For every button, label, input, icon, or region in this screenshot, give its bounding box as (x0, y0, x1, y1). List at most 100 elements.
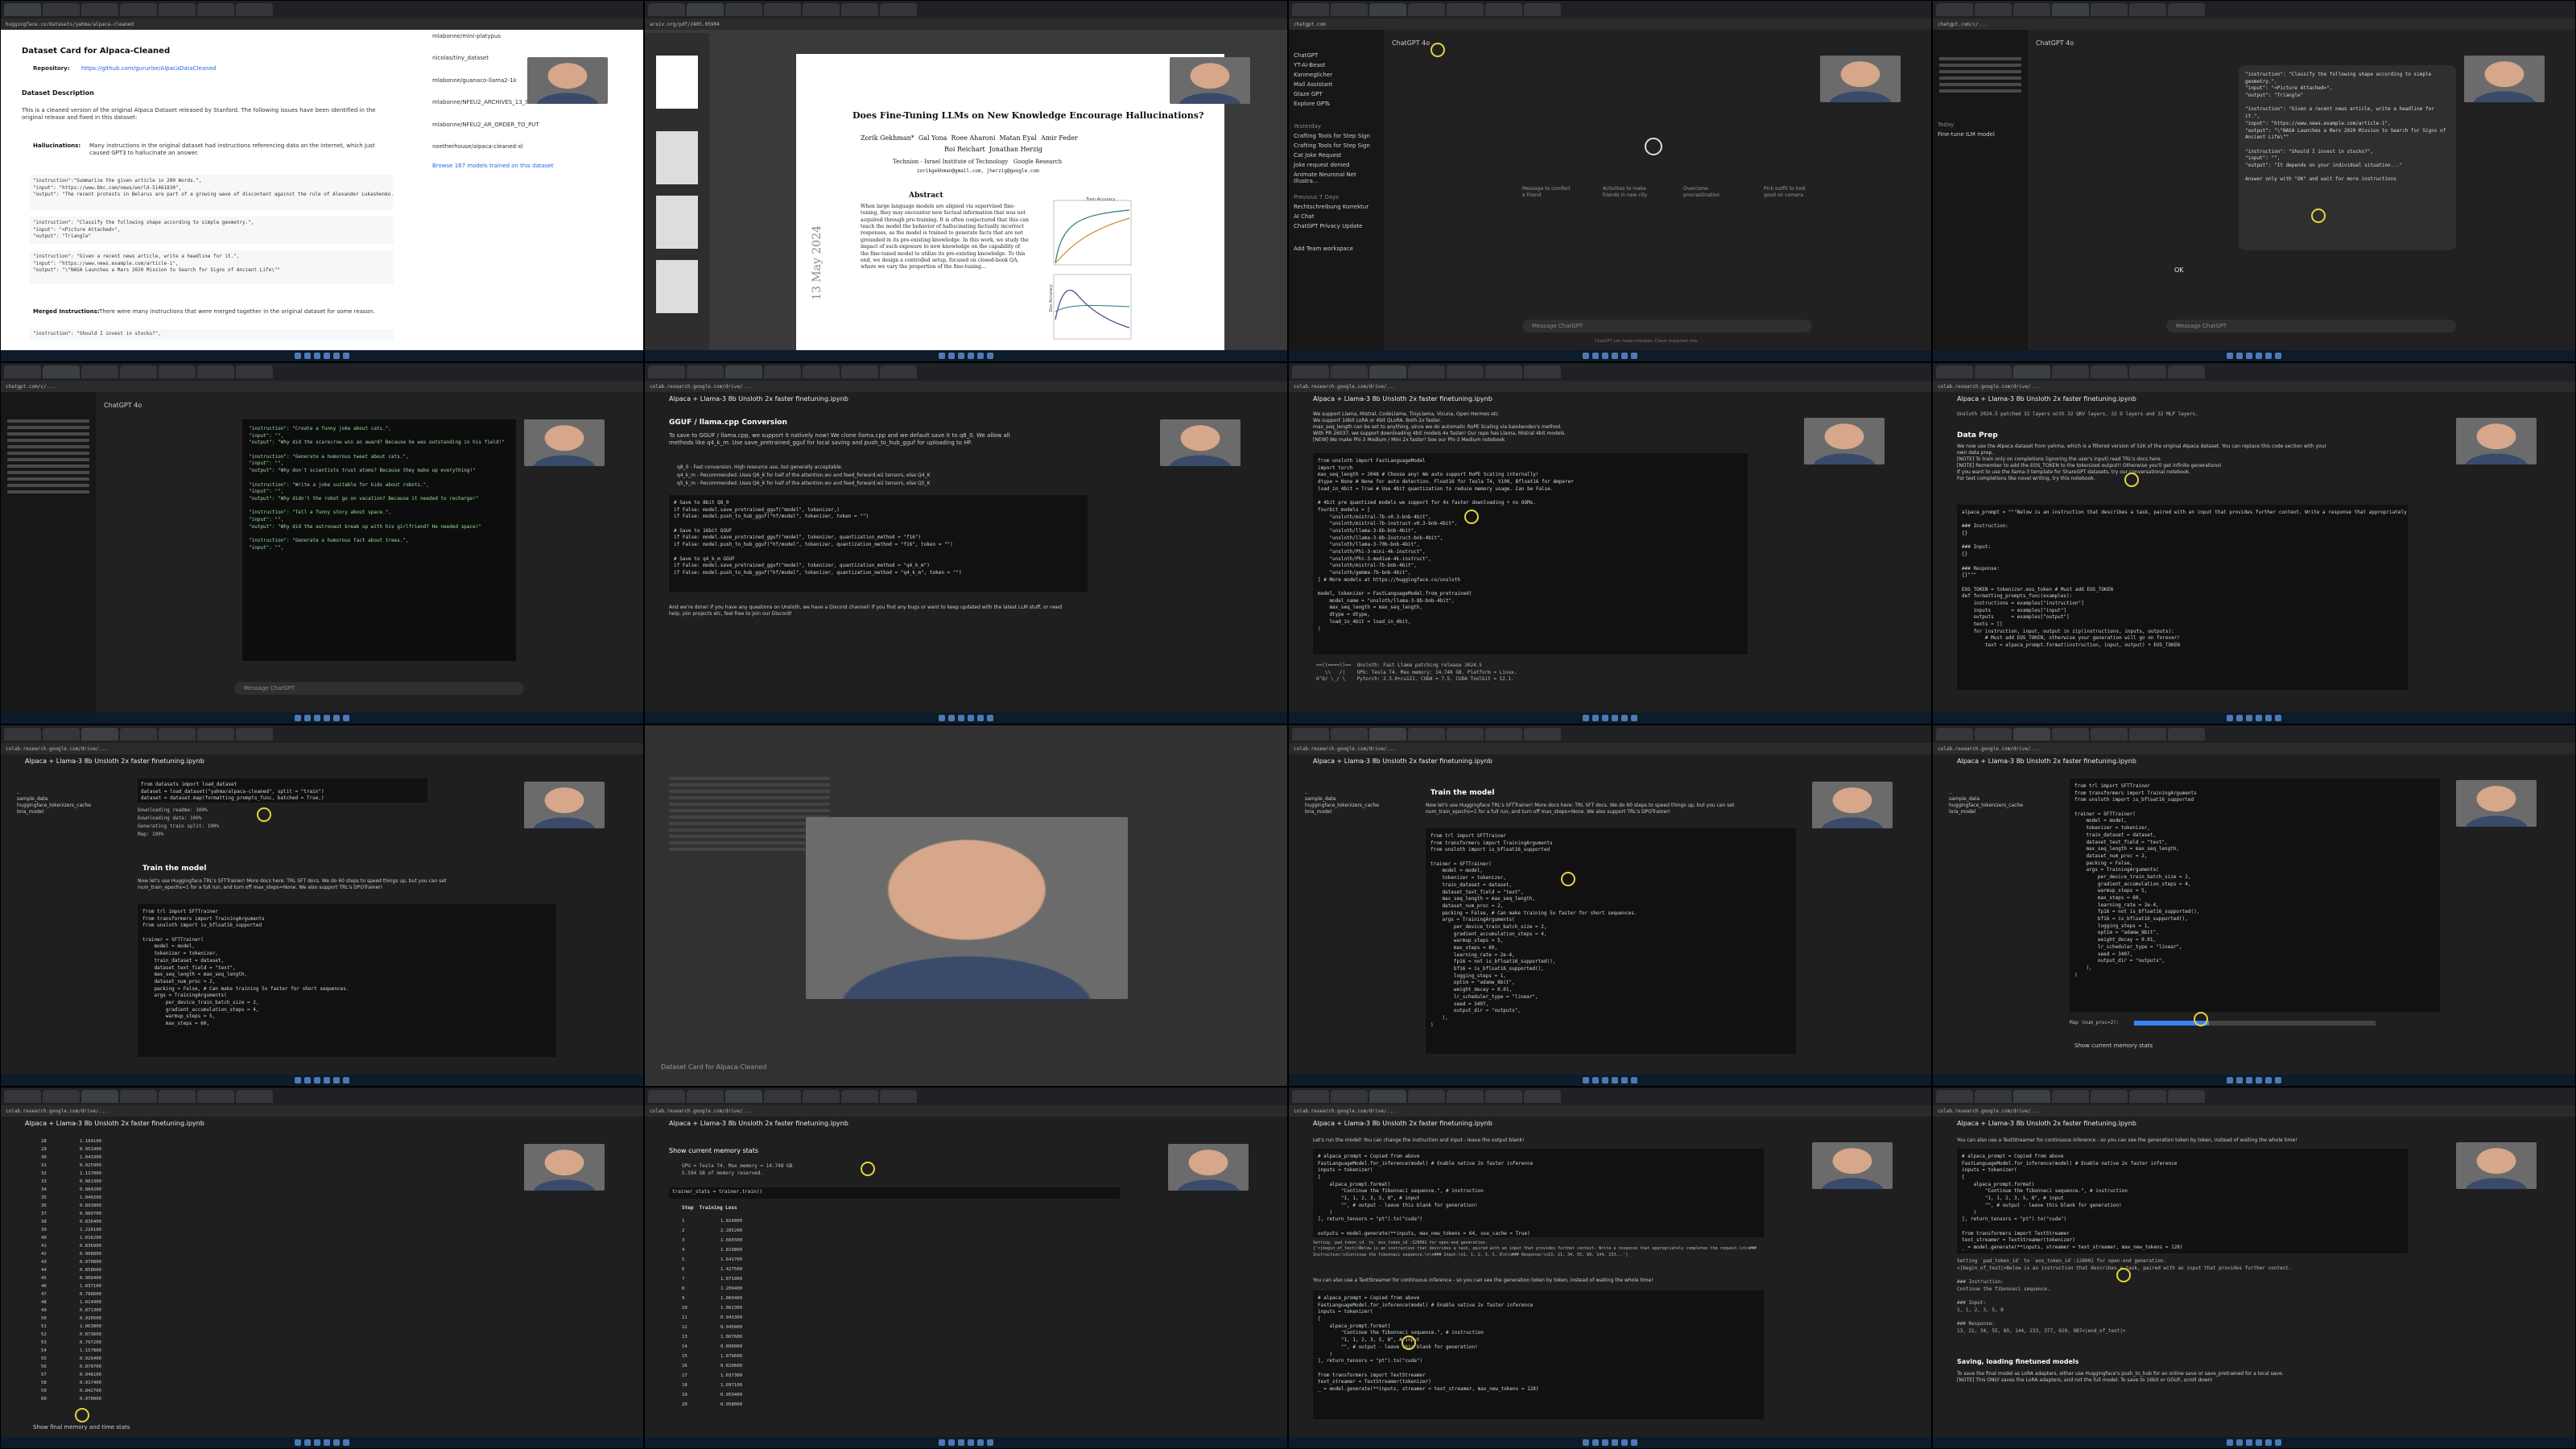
suggestion-card[interactable]: Activities to make friends in new city (1603, 186, 1651, 199)
side-item[interactable]: mlabonne/mini-platypus (432, 33, 601, 40)
code-cell[interactable]: from trl import SFTTrainer from transfor… (2070, 778, 2440, 1012)
code-cell[interactable]: # Save to 8bit Q8_0 if False: model.save… (669, 495, 1088, 592)
address-bar[interactable]: arxiv.org/pdf/2405.05904 (645, 19, 1287, 30)
address-bar[interactable]: colab.research.google.com/drive/... (645, 381, 1287, 392)
suggestion-card[interactable]: Message to comfort a friend (1522, 186, 1571, 199)
loss-cell: 0.871300 (80, 1308, 101, 1313)
loss-cell: 1.061300 (720, 1306, 742, 1311)
step-cell: 38 (41, 1220, 47, 1224)
code-cell[interactable]: # alpaca_prompt = Copied from above Fast… (1313, 1149, 1764, 1237)
file-item[interactable]: sample_data (1949, 796, 2046, 803)
paper-authors-2: Roi Reichart Jonathan Herzig (944, 146, 1042, 153)
history-item[interactable]: Cat Joke Request (1289, 151, 1384, 160)
code-cell[interactable]: from trl import SFTTrainer from transfor… (1426, 828, 1796, 1054)
browser-tabs[interactable] (1289, 725, 1931, 743)
browser-tabs[interactable] (645, 363, 1287, 381)
history-item[interactable]: Crafting Tools for Step Sign (1289, 131, 1384, 141)
model-selector[interactable]: ChatGPT 4o (1392, 39, 1430, 48)
file-item[interactable]: .. (17, 790, 114, 796)
file-item[interactable]: huggingface_tokenizers_cache (1305, 803, 1402, 809)
browser-tabs[interactable] (1, 725, 643, 743)
address-bar[interactable]: colab.research.google.com/drive/... (1933, 1105, 2575, 1117)
address-bar[interactable]: colab.research.google.com/drive/... (1933, 381, 2575, 392)
loss-row: 32 1.117000 (41, 1170, 138, 1178)
browser-tabs[interactable] (1933, 1088, 2575, 1105)
file-item[interactable]: sample_data (17, 796, 114, 803)
browser-tabs[interactable] (1933, 363, 2575, 381)
history-item[interactable]: Rechtschreibung Korrektur (1289, 202, 1384, 212)
side-link[interactable]: Browse 167 models trained on this datase… (432, 163, 601, 170)
file-browser[interactable]: .. sample_data huggingface_tokenizers_ca… (1305, 790, 1402, 815)
loss-row: 41 0.836900 (41, 1242, 138, 1250)
address-bar[interactable]: colab.research.google.com/drive/... (1289, 1105, 1931, 1117)
address-bar[interactable]: chatgpt.com (1289, 19, 1931, 30)
history-item[interactable]: Crafting Tools for Step Sign (1289, 141, 1384, 151)
code-cell[interactable]: alpaca_prompt = """Below is an instructi… (1957, 505, 2408, 690)
suggestion-card[interactable]: Overcome procrastination (1683, 186, 1732, 199)
browser-tabs[interactable] (1933, 725, 2575, 743)
address-bar[interactable]: colab.research.google.com/drive/... (1, 743, 643, 754)
browser-tabs[interactable] (645, 1088, 1287, 1105)
browser-tabs[interactable] (1289, 1088, 1931, 1105)
code-cell[interactable]: trainer_stats = trainer.train() (669, 1187, 1120, 1199)
file-item[interactable]: huggingface_tokenizers_cache (17, 803, 114, 809)
code-cell[interactable]: # alpaca_prompt = Copied from above Fast… (1313, 1290, 1764, 1419)
memory-stats-toggle[interactable]: Show current memory stats (2074, 1042, 2153, 1050)
sidebar-item[interactable]: YT-AI-Beast (1289, 60, 1384, 70)
sidebar-item[interactable]: Glaze GPT (1289, 89, 1384, 99)
loss-cell: 1.814800 (720, 1219, 742, 1224)
repo-link[interactable]: https://github.com/gururise/AlpacaDataCl… (81, 65, 216, 72)
file-item[interactable]: .. (1949, 790, 2046, 796)
abstract-text: When large language models are aligned v… (861, 204, 1030, 270)
code-cell[interactable]: from trl import SFTTrainer from transfor… (138, 904, 556, 1057)
upgrade-link[interactable]: Add Team workspace (1289, 244, 1384, 254)
file-item[interactable]: lora_model (1949, 809, 2046, 815)
browser-tabs[interactable] (1289, 1, 1931, 19)
code-cell[interactable]: # alpaca_prompt = Copied from above Fast… (1957, 1149, 2408, 1253)
model-selector[interactable]: ChatGPT 4o (2036, 39, 2074, 48)
address-bar[interactable]: chatgpt.com/c/... (1, 381, 643, 392)
model-selector[interactable]: ChatGPT 4o (104, 402, 142, 411)
history-item[interactable]: Fine-tune ILM model (1933, 130, 2028, 139)
sidebar-item[interactable]: Mail Assistant (1289, 80, 1384, 89)
browser-tabs[interactable] (1, 363, 643, 381)
browser-tabs[interactable] (1, 1088, 643, 1105)
file-item[interactable]: huggingface_tokenizers_cache (1949, 803, 2046, 809)
address-bar[interactable]: colab.research.google.com/drive/... (645, 1105, 1287, 1117)
address-bar[interactable]: chatgpt.com/c/... (1933, 19, 2575, 30)
file-item[interactable]: lora_model (1305, 809, 1402, 815)
side-item[interactable]: mlabonne/NFEU2_AR_ORDER_TO_PUT (432, 122, 601, 129)
file-item[interactable]: lora_model (17, 809, 114, 815)
sidebar-item[interactable]: Explore GPTs (1289, 99, 1384, 109)
history-item[interactable]: ChatGPT Privacy Update (1289, 221, 1384, 231)
side-item[interactable]: noetherhouse/alpaca-cleaned-xl (432, 143, 601, 151)
file-browser[interactable]: .. sample_data huggingface_tokenizers_ca… (17, 790, 114, 815)
code-cell[interactable]: from datasets import load_dataset datase… (138, 778, 427, 803)
file-browser[interactable]: .. sample_data huggingface_tokenizers_ca… (1949, 790, 2046, 815)
browser-tabs[interactable] (1289, 363, 1931, 381)
code-cell[interactable]: from unsloth import FastLanguageModel im… (1313, 453, 1748, 654)
loss-row: 56 0.879700 (41, 1363, 138, 1371)
browser-tabs[interactable] (1933, 1, 2575, 19)
address-bar[interactable]: colab.research.google.com/drive/... (1933, 743, 2575, 754)
file-item[interactable]: sample_data (1305, 796, 1402, 803)
loss-row: 47 0.788600 (41, 1290, 138, 1298)
browser-tabs[interactable] (645, 1, 1287, 19)
sidebar-item[interactable]: ChatGPT (1289, 51, 1384, 60)
address-bar[interactable]: colab.research.google.com/drive/... (1289, 381, 1931, 392)
mouse-cursor (2124, 473, 2139, 487)
address-bar[interactable]: colab.research.google.com/drive/... (1289, 743, 1931, 754)
history-item[interactable]: AI Chat (1289, 212, 1384, 221)
file-item[interactable]: .. (1305, 790, 1402, 796)
final-stats-toggle[interactable]: Show final memory and time stats (33, 1424, 130, 1431)
history-item[interactable]: Joke request denied (1289, 160, 1384, 170)
table-header: Step Training Loss (682, 1205, 737, 1211)
address-bar[interactable]: huggingface.co/datasets/yahma/alpaca-cle… (1, 19, 643, 30)
notebook-title: Alpaca + Llama-3 8b Unsloth 2x faster fi… (1957, 758, 2136, 765)
pdf-thumbnails[interactable] (645, 33, 709, 352)
suggestion-card[interactable]: Pick outfit to look good on camera (1764, 186, 1812, 199)
history-item[interactable]: Animate Neuronal Net Illustra... (1289, 170, 1384, 186)
address-bar[interactable]: colab.research.google.com/drive/... (1, 1105, 643, 1117)
sidebar-item[interactable]: Kanmeglicher (1289, 70, 1384, 80)
browser-tabs[interactable] (1, 1, 643, 19)
